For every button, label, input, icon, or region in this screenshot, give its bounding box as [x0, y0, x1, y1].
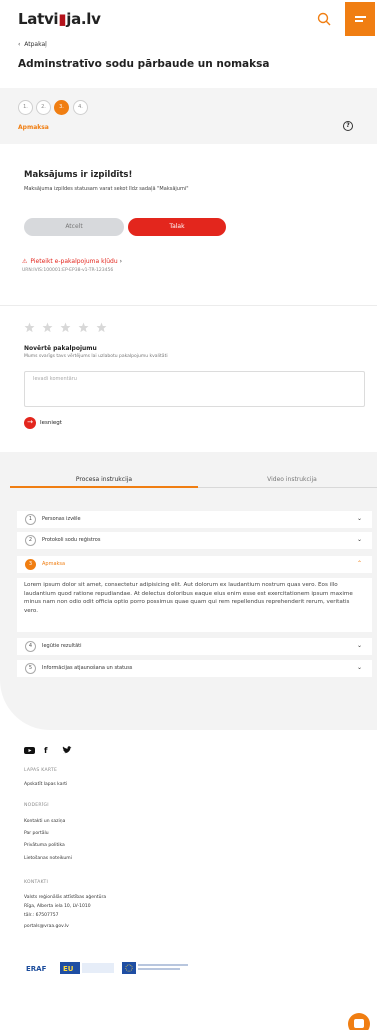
accordion-body: Lorem ipsum dolor sit amet, consectetur … — [17, 578, 372, 632]
step-4[interactable]: 4. — [73, 100, 88, 115]
step-number: 4 — [25, 641, 36, 652]
steps-band: 1. 2. 3. 4. Apmaksa ? — [0, 88, 377, 144]
accordion-item[interactable]: 1 Personas izvēle ⌄ — [17, 511, 372, 528]
menu-button[interactable] — [345, 2, 375, 36]
divider — [0, 305, 377, 306]
star-icon[interactable] — [60, 322, 71, 333]
comment-input[interactable]: Ievadi komentāru — [24, 371, 365, 407]
cancel-button[interactable]: Atcelt — [24, 218, 124, 236]
rating-subtitle: Mums svarīgs tavs vērtējums lai uzlabotu… — [24, 354, 168, 359]
footer-heading-sitemap: LAPAS KARTE — [24, 768, 58, 773]
success-text: Maksājuma izpildes statusam varat sekot … — [24, 186, 189, 192]
urn-code: URN:IVIS:100001:EP-EP38-v1-TR-123456 — [22, 268, 114, 273]
accordion-label: Apmaksa — [42, 561, 66, 567]
facebook-icon[interactable]: f — [44, 746, 47, 755]
contact-line: Rīga, Alberta iela 10, LV-1010 — [24, 904, 91, 909]
accordion-label: Personas izvēle — [42, 516, 81, 522]
arrow-right-icon: → — [24, 417, 36, 429]
star-icon[interactable] — [24, 322, 35, 333]
next-button[interactable]: Talak — [128, 218, 226, 236]
footer-link[interactable]: Apskatīt lapas karti — [24, 782, 67, 787]
chevron-up-icon: ⌃ — [356, 560, 362, 567]
page-title: Adminstratīvo sodu pārbaude un nomaksa — [18, 58, 270, 70]
footer-link[interactable]: Privātuma politika — [24, 843, 65, 848]
report-error-link[interactable]: ⚠ Pieteikt e-pakalpojuma kļūdu › — [22, 258, 122, 265]
accordion-item[interactable]: 5 Informācijas atjaunošana un statuss ⌄ — [17, 660, 372, 677]
current-step-label: Apmaksa — [18, 124, 49, 131]
step-number: 1 — [25, 514, 36, 525]
chat-icon — [354, 1019, 364, 1028]
site-header: Latvi▮ja.lv — [0, 0, 377, 40]
tab-video[interactable]: Video instrukcija — [198, 472, 377, 488]
rating-title: Novērtē pakalpojumu — [24, 345, 97, 352]
eu-flag-logo — [122, 962, 188, 974]
star-icon[interactable] — [42, 322, 53, 333]
chat-button[interactable] — [348, 1013, 370, 1030]
star-icon[interactable] — [78, 322, 89, 333]
submit-label: Iesniegt — [40, 420, 62, 426]
chevron-down-icon: ⌄ — [356, 642, 362, 649]
footer-heading-contacts: KONTAKTI — [24, 880, 49, 885]
menu-icon — [355, 16, 366, 18]
accordion-label: Informācijas atjaunošana un statuss — [42, 665, 133, 671]
chevron-down-icon: ⌄ — [356, 515, 362, 522]
step-number: 3 — [25, 559, 36, 570]
accordion-label: Iegūtie rezultāti — [42, 643, 82, 649]
eu-logo: EU — [60, 962, 114, 974]
accordion-label: Protokoli sodu reģistros — [42, 537, 101, 543]
chevron-left-icon: ‹ — [18, 41, 21, 48]
back-link[interactable]: ‹ Atpakaļ — [18, 41, 47, 48]
contact-email[interactable]: portals@vraa.gov.lv — [24, 924, 69, 929]
svg-text:EU: EU — [63, 965, 74, 973]
accordion-item[interactable]: 4 Iegūtie rezultāti ⌄ — [17, 638, 372, 655]
accordion-item-expanded[interactable]: 3 Apmaksa ⌃ — [17, 556, 372, 573]
tab-process[interactable]: Procesa instrukcija — [10, 472, 198, 488]
footer-link[interactable]: Par portālu — [24, 831, 49, 836]
eraf-logo: ERAF — [24, 962, 52, 974]
site-logo[interactable]: Latvi▮ja.lv — [18, 10, 101, 28]
step-number: 5 — [25, 663, 36, 674]
step-1[interactable]: 1. — [18, 100, 33, 115]
svg-text:ERAF: ERAF — [26, 965, 47, 973]
star-icon[interactable] — [96, 322, 107, 333]
step-3[interactable]: 3. — [54, 100, 69, 115]
chevron-down-icon: ⌄ — [356, 664, 362, 671]
twitter-icon[interactable] — [62, 746, 72, 755]
chevron-down-icon: ⌄ — [356, 536, 362, 543]
success-title: Maksājums ir izpildīts! — [24, 170, 133, 180]
footer-link[interactable]: Kontakti un saziņa — [24, 819, 65, 824]
contact-line: Valsts reģionālās attīstības aģentūra — [24, 895, 107, 900]
step-number: 2 — [25, 535, 36, 546]
footer-link[interactable]: Lietošanas noteikumi — [24, 856, 72, 861]
step-2[interactable]: 2. — [36, 100, 51, 115]
youtube-icon[interactable] — [24, 746, 35, 755]
accordion-item[interactable]: 2 Protokoli sodu reģistros ⌄ — [17, 532, 372, 549]
help-icon[interactable]: ? — [343, 121, 353, 131]
search-icon[interactable] — [316, 11, 332, 27]
contact-line: tālr.: 67507757 — [24, 913, 59, 918]
warning-icon: ⚠ — [22, 258, 28, 265]
footer-heading-useful: NODERĪGI — [24, 803, 49, 808]
chevron-right-icon: › — [119, 258, 123, 265]
